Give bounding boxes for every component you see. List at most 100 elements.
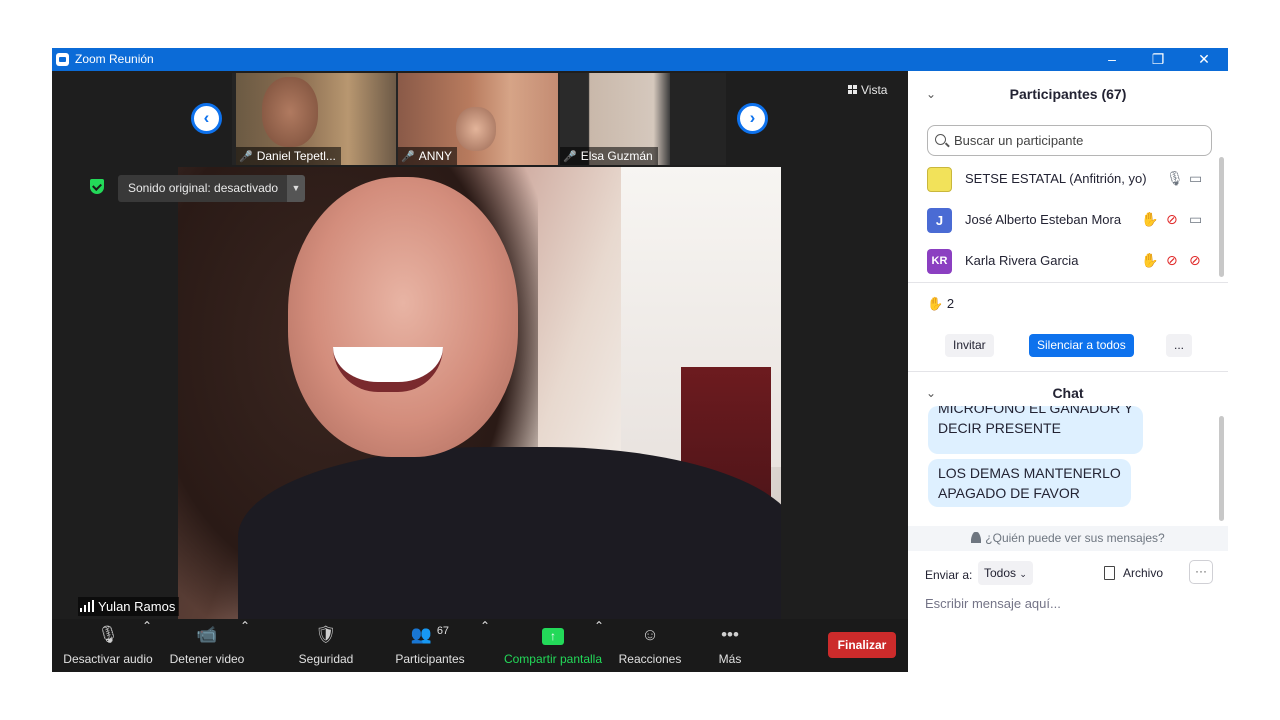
stop-video-label: Detener video [169,652,245,666]
send-to-dropdown[interactable]: Todos ⌄ [978,561,1033,585]
view-button[interactable]: Vista [848,83,887,97]
participant-row[interactable]: KR Karla Rivera Garcia ✋ ⊘ ⊘ [908,241,1218,282]
speaker-name: Yulan Ramos [98,599,176,614]
zoom-window: Zoom Reunión – ❐ ✕ 🎤 Daniel Tepetl... 🎤 AN… [52,48,1228,672]
reactions-icon: ☺ [641,625,659,644]
raised-hand-icon: ✋ [927,296,944,311]
file-button[interactable]: Archivo [1104,566,1163,580]
video-thumbnail[interactable]: 🎤 Elsa Guzmán [560,73,670,165]
thumbnail-name-label: 🎤 Daniel Tepetl... [236,147,341,165]
participants-button[interactable]: 👥 67 Participantes [392,619,468,672]
file-icon [1104,566,1115,580]
more-label: Más [718,652,742,666]
raised-hand-icon: ✋ [1141,211,1159,227]
chat-message-line: DECIR PRESENTE [938,420,1061,436]
participant-video-face [262,77,318,147]
chat-message: LOS DEMAS MANTENERLO APAGADO DE FAVOR [928,459,1131,507]
participant-name: Karla Rivera Garcia [965,253,1079,268]
visibility-text: ¿Quién puede ver sus mensajes? [985,531,1165,545]
more-button[interactable]: ••• Más [708,619,752,672]
chat-message-line: APAGADO DE FAVOR [938,485,1080,501]
share-screen-icon: ↑ [542,628,564,645]
meeting-toolbar: 🎙 Desactivar audio ⌃ 📹 Detener video ⌃ 🛡… [52,619,908,672]
reactions-label: Reacciones [618,652,682,666]
share-options-chevron-icon[interactable]: ⌃ [594,619,604,672]
close-button[interactable]: ✕ [1181,48,1227,71]
send-to-label: Enviar a: [925,568,973,582]
participant-row[interactable]: J José Alberto Esteban Mora ✋ ⊘ ▭ [908,200,1218,241]
share-screen-label: Compartir pantalla [503,652,603,666]
video-face [288,177,518,457]
chat-message-input[interactable]: Escribir mensaje aquí... [925,596,1061,611]
mic-muted-icon: 🎤 [401,151,415,163]
security-label: Seguridad [298,652,354,666]
previous-page-arrow-icon[interactable]: ‹ [191,103,222,134]
mic-muted-icon[interactable]: ⊘ [1166,252,1178,269]
video-camera-icon: 📹 [196,625,218,644]
chat-message: MICROFONO EL GANADOR Y DECIR PRESENTE [928,406,1144,454]
thumbnail-strip: 🎤 Daniel Tepetl... 🎤 ANNY 🎤 Elsa Guzmán [232,73,726,165]
next-page-arrow-icon[interactable]: › [737,103,768,134]
video-stage: 🎤 Daniel Tepetl... 🎤 ANNY 🎤 Elsa Guzmán ‹ ›… [52,71,908,672]
chat-title: Chat [1052,385,1084,401]
participants-scrollbar[interactable] [1219,157,1224,277]
person-icon [971,532,982,543]
thumbnail-name: Daniel Tepetl... [256,149,336,163]
signal-strength-icon [80,600,94,612]
window-title: Zoom Reunión [75,52,154,66]
microphone-icon[interactable]: 🎙 [1166,170,1184,187]
raised-hands-count: ✋ 2 [927,296,954,312]
mic-muted-icon: 🎤 [239,151,253,163]
message-visibility-link[interactable]: ¿Quién puede ver sus mensajes? [908,526,1228,551]
participants-icon: 👥 67 [410,625,450,644]
thumbnail-name-label: 🎤 Elsa Guzmán [560,147,658,165]
share-screen-icon-wrap: ↑ [502,619,604,647]
video-camera-icon[interactable]: ▭ [1189,211,1202,228]
video-off-icon[interactable]: ⊘ [1189,252,1201,269]
participants-label: Participantes [395,652,465,666]
participant-name: José Alberto Esteban Mora [965,212,1122,227]
send-to-value: Todos [984,566,1017,580]
mic-muted-icon[interactable]: ⊘ [1166,211,1178,228]
participant-search-input[interactable]: Buscar un participante [927,125,1212,156]
grid-view-icon [848,85,857,94]
video-camera-icon[interactable]: ▭ [1189,170,1202,187]
encryption-shield-icon[interactable] [90,179,104,194]
participants-options-chevron-icon[interactable]: ⌃ [480,619,490,672]
security-shield-icon: 🛡 [315,625,337,644]
participants-count: 67 [436,625,450,637]
chat-message-line: LOS DEMAS MANTENERLO [938,465,1121,481]
video-body [238,447,781,619]
video-thumbnail[interactable]: 🎤 ANNY [398,73,558,165]
share-screen-button[interactable]: ↑ Compartir pantalla [502,619,604,672]
thumbnail-name-label: 🎤 ANNY [398,147,458,165]
chat-more-button[interactable]: ··· [1189,560,1213,584]
chat-message-line: MICROFONO EL GANADOR Y [938,406,1134,416]
end-meeting-button[interactable]: Finalizar [828,632,896,658]
chat-scrollbar[interactable] [1219,416,1224,521]
avatar [927,167,952,192]
avatar: J [927,208,952,233]
participant-row[interactable]: SETSE ESTATAL (Anfitrión, yo) 🎙 ▭ [908,159,1218,200]
thumbnail-name: Elsa Guzmán [580,149,653,163]
video-options-chevron-icon[interactable]: ⌃ [240,619,250,672]
original-sound-toggle[interactable]: Sonido original: desactivado [118,175,289,202]
search-icon [935,134,946,145]
file-label: Archivo [1123,566,1164,580]
collapse-chevron-icon[interactable]: ⌄ [926,71,936,117]
audio-options-chevron-icon[interactable]: ⌃ [142,619,152,672]
title-bar: Zoom Reunión – ❐ ✕ [52,48,1228,71]
zoom-logo-icon [56,53,69,66]
maximize-button[interactable]: ❐ [1135,48,1181,71]
participants-header: ⌄ Participantes (67) [908,71,1228,117]
security-button[interactable]: 🛡 Seguridad [292,619,360,672]
video-thumbnail[interactable]: 🎤 Daniel Tepetl... [236,73,396,165]
invite-button[interactable]: Invitar [945,334,994,357]
participants-more-button[interactable]: ... [1166,334,1193,357]
reactions-button[interactable]: ☺ Reacciones [618,619,682,672]
original-sound-dropdown-icon[interactable]: ▼ [287,175,305,202]
participant-video-face [456,107,496,151]
stop-video-button[interactable]: 📹 Detener video [164,619,250,672]
minimize-button[interactable]: – [1089,48,1135,71]
mute-all-button[interactable]: Silenciar a todos [1029,334,1134,357]
